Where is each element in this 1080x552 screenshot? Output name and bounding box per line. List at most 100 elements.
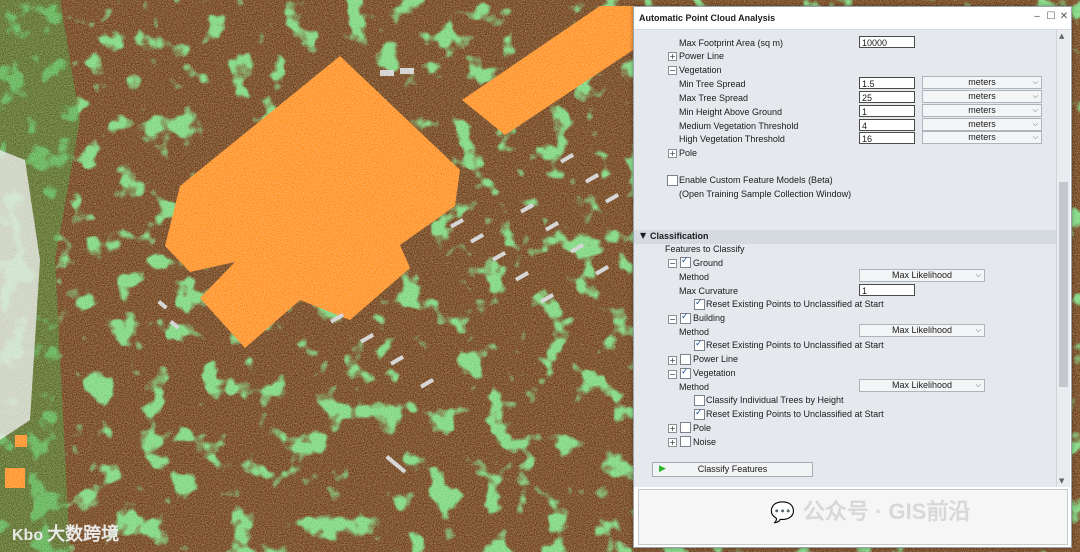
building-method-label: Method	[679, 327, 710, 337]
min-height-unit-select[interactable]: meters ⌵	[922, 104, 1042, 117]
vertical-scrollbar[interactable]: ▲ ▼	[1056, 30, 1070, 487]
chevron-down-icon: ⌵	[975, 326, 981, 334]
expand-icon[interactable]: +	[668, 438, 677, 447]
noise-label: Noise	[693, 437, 717, 447]
vegetation-checkbox[interactable]: ✓	[680, 367, 691, 379]
building-method-select[interactable]: Max Likelihood ⌵	[859, 324, 985, 337]
collapse-icon[interactable]: −	[668, 66, 677, 75]
power-line-checkbox[interactable]	[680, 354, 691, 365]
chevron-down-icon: ⌵	[975, 271, 981, 279]
minimize-icon[interactable]: –	[1031, 11, 1043, 23]
chevron-down-icon: ⌵	[1032, 133, 1038, 141]
chevron-down-icon: ⌵	[1032, 106, 1038, 114]
chevron-down-icon: ⌵	[1032, 78, 1038, 86]
high-veg-threshold-label: High Vegetation Threshold	[679, 134, 785, 144]
check-icon: ✓	[695, 408, 703, 418]
check-icon: ✓	[681, 256, 689, 266]
min-height-input[interactable]: 1	[859, 105, 915, 117]
chevron-down-icon: ⌵	[975, 381, 981, 389]
building-checkbox[interactable]: ✓	[680, 312, 691, 324]
training-window-link[interactable]: (Open Training Sample Collection Window)	[679, 187, 851, 201]
min-tree-spread-unit-select[interactable]: meters ⌵	[922, 76, 1042, 89]
watermark-right: 💬 公众号 · GIS前沿	[770, 494, 970, 526]
medium-veg-threshold-unit-select[interactable]: meters ⌵	[922, 118, 1042, 131]
check-icon: ✓	[681, 312, 689, 322]
min-tree-spread-input[interactable]: 1.5	[859, 77, 915, 89]
method-value: Max Likelihood	[891, 380, 953, 390]
maximize-icon[interactable]: ☐	[1045, 11, 1057, 23]
ground-method-label: Method	[679, 272, 710, 282]
max-footprint-label: Max Footprint Area (sq m)	[679, 38, 784, 48]
title-bar: Automatic Point Cloud Analysis – ☐ ✕	[634, 7, 1071, 30]
classify-features-label: Classify Features	[697, 464, 768, 474]
max-tree-spread-unit-select[interactable]: meters ⌵	[922, 90, 1042, 103]
pole-settings-label: Pole	[679, 148, 698, 158]
custom-models-label: Enable Custom Feature Models (Beta)	[679, 175, 833, 185]
scroll-down-icon[interactable]: ▼	[1059, 477, 1064, 485]
check-icon: ✓	[681, 367, 689, 377]
collapse-icon[interactable]: −	[668, 259, 677, 268]
classify-features-button[interactable]: ▶ Classify Features	[652, 462, 813, 477]
building-reset-label: Reset Existing Points to Unclassified at…	[706, 340, 884, 350]
scrollbar-thumb[interactable]	[1059, 182, 1068, 387]
expand-icon[interactable]: +	[668, 424, 677, 433]
noise-checkbox[interactable]	[680, 436, 691, 447]
collapse-triangle-icon: ▼	[640, 231, 647, 240]
vegetation-reset-checkbox[interactable]: ✓	[694, 408, 705, 420]
max-curvature-input[interactable]: 1	[859, 284, 915, 296]
max-curvature-label: Max Curvature	[679, 286, 739, 296]
collapse-icon[interactable]: −	[668, 370, 677, 379]
check-icon: ✓	[695, 298, 703, 308]
wechat-icon: 💬	[770, 502, 795, 524]
close-icon[interactable]: ✕	[1058, 11, 1070, 23]
expand-icon[interactable]: +	[668, 52, 677, 61]
min-tree-spread-label: Min Tree Spread	[679, 79, 746, 89]
window-title: Automatic Point Cloud Analysis	[639, 13, 776, 23]
chevron-down-icon: ⌵	[1032, 92, 1038, 100]
kbo-logo-icon: Kbo	[12, 527, 44, 544]
individual-trees-label: Classify Individual Trees by Height	[706, 395, 844, 405]
unit-value: meters	[968, 105, 996, 115]
method-value: Max Likelihood	[891, 270, 953, 280]
watermark-left: Kbo 大数跨境	[12, 520, 119, 546]
unit-value: meters	[968, 91, 996, 101]
watermark-right-text: 公众号 · GIS前沿	[802, 499, 971, 524]
building-label: Building	[693, 313, 726, 323]
ground-reset-checkbox[interactable]: ✓	[694, 298, 705, 310]
custom-models-checkbox[interactable]	[667, 175, 678, 186]
scroll-up-icon[interactable]: ▲	[1059, 32, 1064, 40]
ground-method-select[interactable]: Max Likelihood ⌵	[859, 269, 985, 282]
max-tree-spread-input[interactable]: 25	[859, 91, 915, 103]
individual-trees-checkbox[interactable]	[694, 395, 705, 406]
high-veg-threshold-input[interactable]: 16	[859, 132, 915, 144]
play-icon: ▶	[659, 464, 666, 474]
max-footprint-input[interactable]: 10000	[859, 36, 915, 48]
min-height-label: Min Height Above Ground	[679, 107, 783, 117]
collapse-icon[interactable]: −	[668, 315, 677, 324]
unit-value: meters	[968, 132, 996, 142]
max-tree-spread-label: Max Tree Spread	[679, 93, 749, 103]
building-reset-checkbox[interactable]: ✓	[694, 339, 705, 351]
ground-label: Ground	[693, 258, 724, 268]
medium-veg-threshold-label: Medium Vegetation Threshold	[679, 121, 799, 131]
chevron-down-icon: ⌵	[1032, 120, 1038, 128]
medium-veg-threshold-input[interactable]: 4	[859, 119, 915, 131]
vegetation-method-select[interactable]: Max Likelihood ⌵	[859, 379, 985, 392]
ground-checkbox[interactable]: ✓	[680, 256, 691, 268]
expand-icon[interactable]: +	[668, 356, 677, 365]
power-line-settings-label: Power Line	[679, 51, 725, 61]
ground-reset-label: Reset Existing Points to Unclassified at…	[706, 299, 884, 309]
features-to-classify-label: Features to Classify	[665, 244, 745, 254]
expand-icon[interactable]: +	[668, 149, 677, 158]
pole-checkbox[interactable]	[680, 422, 691, 433]
watermark-left-text: 大数跨境	[47, 524, 120, 544]
power-line-label: Power Line	[693, 354, 739, 364]
vegetation-method-label: Method	[679, 382, 710, 392]
method-value: Max Likelihood	[891, 325, 953, 335]
vegetation-settings-label: Vegetation	[679, 65, 722, 75]
settings-content: Max Footprint Area (sq m) 10000 + Power …	[634, 30, 1070, 487]
pole-label: Pole	[693, 423, 712, 433]
unit-value: meters	[968, 119, 996, 129]
unit-value: meters	[968, 77, 996, 87]
high-veg-threshold-unit-select[interactable]: meters ⌵	[922, 131, 1042, 144]
